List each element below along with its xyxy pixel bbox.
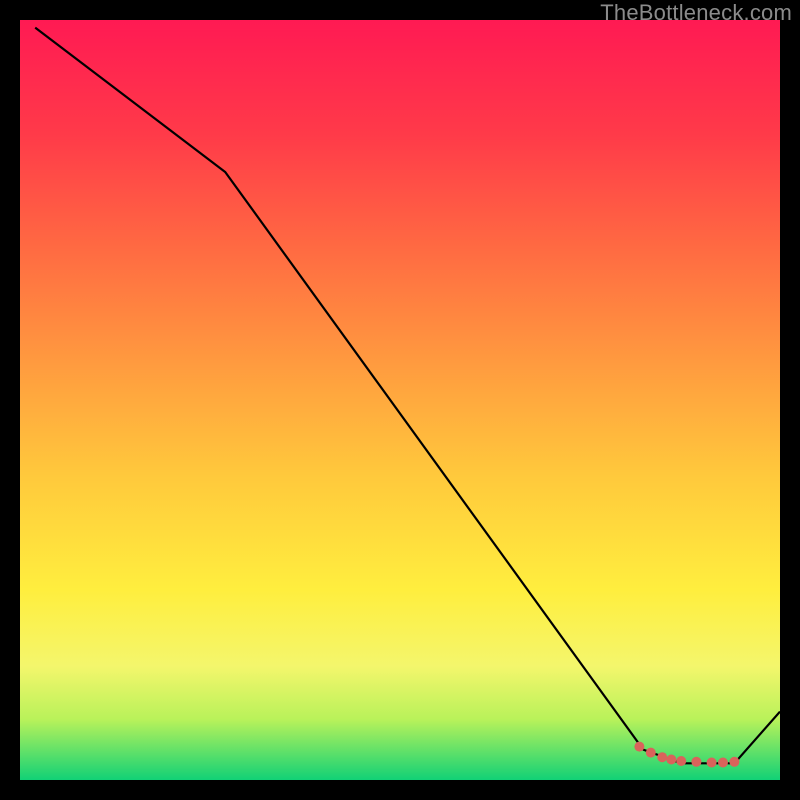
marker-dot <box>729 757 739 767</box>
gradient-background <box>20 20 780 780</box>
chart-svg <box>20 20 780 780</box>
chart-frame: TheBottleneck.com <box>0 0 800 800</box>
marker-dot <box>718 758 728 768</box>
marker-dot <box>666 755 676 765</box>
plot-area <box>20 20 780 780</box>
marker-dot <box>646 748 656 758</box>
marker-dot <box>707 758 717 768</box>
marker-dot <box>676 756 686 766</box>
marker-dot <box>657 752 667 762</box>
marker-dot <box>691 757 701 767</box>
marker-dot <box>634 742 644 752</box>
